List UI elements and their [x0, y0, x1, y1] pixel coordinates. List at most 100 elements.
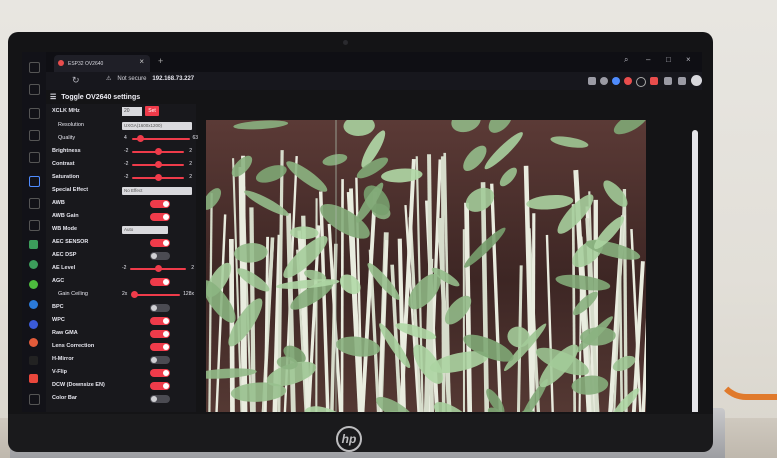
x-icon[interactable] — [29, 356, 38, 365]
extension-icon[interactable] — [664, 77, 672, 85]
minimize-icon[interactable]: – — [646, 55, 650, 64]
brightness-label: Brightness — [52, 148, 81, 154]
page-scrollbar[interactable] — [692, 130, 698, 412]
app-icon[interactable] — [29, 280, 38, 289]
h-mirror-toggle[interactable] — [150, 356, 170, 364]
contrast-row: Contrast -2 2 — [46, 159, 196, 172]
app-icon[interactable] — [29, 374, 38, 383]
wpc-toggle[interactable] — [150, 317, 170, 325]
contrast-min: -2 — [124, 161, 129, 167]
awb-gain-label: AWB Gain — [52, 213, 79, 219]
sidebar-icon[interactable] — [29, 130, 40, 141]
agc-toggle[interactable] — [150, 278, 170, 286]
url-field[interactable]: 192.168.73.227 — [152, 76, 194, 82]
ae-level-thumb[interactable] — [154, 265, 162, 272]
tab-esp32[interactable]: ESP32 OV2640 × — [54, 55, 150, 72]
h-mirror-label: H-Mirror — [52, 356, 74, 362]
bpc-toggle[interactable] — [150, 304, 170, 312]
tab-close-icon[interactable]: × — [139, 57, 144, 66]
app-icon[interactable] — [29, 320, 38, 329]
wpc-row: WPC — [46, 315, 196, 328]
sidebar-icon[interactable] — [29, 84, 40, 95]
extension-icon[interactable] — [624, 77, 632, 85]
extension-icon[interactable] — [650, 77, 658, 85]
toggle-knob — [163, 331, 169, 337]
xclk-set-button[interactable]: Set — [145, 106, 159, 116]
search-tabs-icon[interactable]: ⌕ — [624, 55, 628, 65]
maximize-icon[interactable]: □ — [666, 55, 671, 64]
wb-mode-select[interactable]: Auto — [122, 226, 168, 234]
orange-cable — [715, 338, 777, 400]
ae-level-slider[interactable]: -2 2 — [122, 265, 194, 273]
wb-mode-row: WB Mode Auto — [46, 224, 196, 237]
favorite-icon[interactable] — [636, 77, 646, 87]
awb-toggle[interactable] — [150, 200, 170, 208]
sidebar-icon[interactable] — [29, 108, 40, 119]
extension-icon[interactable] — [678, 77, 686, 85]
close-window-icon[interactable]: × — [686, 55, 691, 64]
page-title: Toggle OV2640 settings — [61, 93, 141, 101]
webcam-dot — [343, 40, 348, 45]
new-tab-button[interactable]: + — [158, 56, 163, 66]
reload-icon[interactable]: ↻ — [72, 75, 80, 86]
toggle-knob — [163, 370, 169, 376]
awb-row: AWB — [46, 198, 196, 211]
app-icon[interactable] — [29, 240, 38, 249]
ae-level-max: 2 — [191, 265, 194, 271]
aec-sensor-toggle[interactable] — [150, 239, 170, 247]
warning-icon[interactable]: ⚠ — [106, 75, 111, 82]
brightness-max: 2 — [189, 148, 192, 154]
extension-icon[interactable] — [588, 77, 596, 85]
seedling-stem — [440, 156, 446, 412]
awb-label: AWB — [52, 200, 65, 206]
quality-slider[interactable]: 4 63 — [124, 135, 198, 143]
gain-ceiling-row: Gain Ceiling 2x 128x — [46, 289, 196, 302]
app-icon[interactable] — [29, 338, 38, 347]
settings-toggle[interactable]: ☰ Toggle OV2640 settings — [46, 90, 702, 104]
seedling-stem — [531, 213, 536, 412]
app-icon[interactable] — [29, 300, 38, 309]
sidebar-icon[interactable] — [29, 220, 40, 231]
saturation-slider[interactable]: -2 2 — [124, 174, 192, 182]
v-flip-toggle[interactable] — [150, 369, 170, 377]
extension-icon[interactable] — [600, 77, 608, 85]
web-page: ☰ Toggle OV2640 settings XCLK MHz 20 Set… — [46, 90, 702, 412]
extension-icon[interactable] — [612, 77, 620, 85]
bpc-label: BPC — [52, 304, 64, 310]
xclk-input[interactable]: 20 — [122, 107, 142, 116]
toggle-knob — [151, 305, 157, 311]
quality-thumb[interactable] — [137, 135, 145, 142]
gain-ceiling-max: 128x — [183, 291, 194, 297]
aec-sensor-label: AEC SENSOR — [52, 239, 89, 245]
special-effect-select[interactable]: No Effect — [122, 187, 192, 195]
avatar[interactable] — [691, 75, 702, 86]
sidebar-icon[interactable] — [29, 152, 40, 163]
quality-max: 63 — [192, 135, 198, 141]
raw-gma-toggle[interactable] — [150, 330, 170, 338]
brightness-thumb[interactable] — [154, 148, 162, 155]
color-bar-toggle[interactable] — [150, 395, 170, 403]
seedling-stem — [240, 186, 248, 412]
menu-icon[interactable]: ☰ — [50, 93, 56, 101]
lens-correction-toggle[interactable] — [150, 343, 170, 351]
awb-gain-toggle[interactable] — [150, 213, 170, 221]
security-label[interactable]: Not secure — [117, 76, 146, 82]
home-icon[interactable] — [29, 176, 40, 187]
toggle-knob — [163, 344, 169, 350]
app-icon[interactable] — [29, 260, 38, 269]
resolution-select[interactable]: UXGA(1600x1200) — [122, 122, 192, 130]
contrast-thumb[interactable] — [154, 161, 162, 168]
tab-title: ESP32 OV2640 — [68, 60, 104, 67]
sidebar-icon[interactable] — [29, 198, 40, 209]
toggle-knob — [163, 279, 169, 285]
gain-ceiling-thumb[interactable] — [130, 291, 138, 298]
dcw-toggle[interactable] — [150, 382, 170, 390]
settings-panel: XCLK MHz 20 Set Resolution UXGA(1600x120… — [46, 104, 198, 412]
gain-ceiling-slider[interactable]: 2x 128x — [122, 291, 194, 299]
sidebar-icon[interactable] — [29, 62, 40, 73]
brightness-slider[interactable]: -2 2 — [124, 148, 192, 156]
saturation-thumb[interactable] — [154, 174, 162, 181]
more-icon[interactable] — [29, 394, 40, 405]
contrast-slider[interactable]: -2 2 — [124, 161, 192, 169]
aec-dsp-toggle[interactable] — [150, 252, 170, 260]
